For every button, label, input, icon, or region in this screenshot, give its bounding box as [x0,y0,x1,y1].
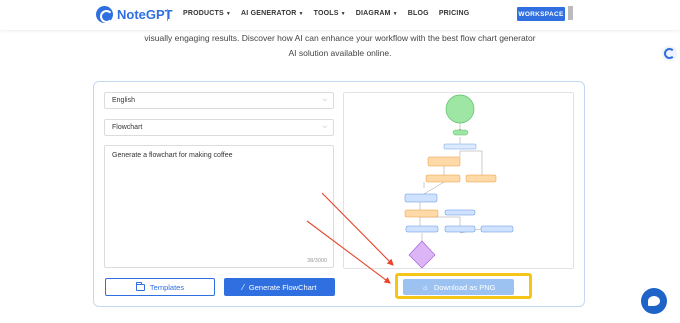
chart-type-value: Flowchart [112,124,143,131]
nav-diagram[interactable]: DIAGRAM ▼ [356,10,398,17]
language-select[interactable]: English ⌵ [104,92,334,109]
brand-logo[interactable]: NoteGPT [96,6,173,23]
nav-pricing-label: PRICING [438,10,470,17]
folder-icon [135,281,145,291]
intro-line-1: visually engaging results. Discover how … [144,33,536,43]
nav-blog-label: BLOG [407,10,429,17]
caret-down-icon: ▼ [225,10,232,17]
download-png-button[interactable]: ☼ Download as PNG [403,279,514,295]
intro-line-2: AI solution available online. [288,48,392,58]
templates-label: Templates [149,282,185,292]
chat-support-button[interactable] [641,288,667,314]
nav-pricing[interactable]: PRICING [439,10,470,17]
language-value: English [112,97,135,104]
intro-text: visually engaging results. Discover how … [0,31,680,61]
page: NoteGPT PRODUCTS ▼ AI GENERATOR ▼ TOOLS ▼ D… [0,0,680,323]
brand-name: NoteGPT [117,7,173,22]
generate-label: Generate FlowChart [248,282,317,292]
nav-products[interactable]: PRODUCTS ▼ [183,10,231,17]
chat-bubble-icon [648,296,660,306]
nav-tools-label: TOOLS [313,10,339,17]
char-counter: 38/3000 [307,258,327,264]
flowchart-image [404,94,514,268]
prompt-text: Generate a flowchart for making coffee [112,152,233,159]
nav-products-label: PRODUCTS [183,10,224,17]
nav-ai-generator[interactable]: AI GENERATOR ▼ [241,10,304,17]
magic-wand-icon: ⁄ [242,282,244,292]
scroll-handle[interactable] [568,6,573,20]
chevron-down-icon: ⌵ [322,97,327,103]
nav-blog[interactable]: BLOG [408,10,429,17]
top-navbar: NoteGPT PRODUCTS ▼ AI GENERATOR ▼ TOOLS ▼ D… [0,0,680,30]
templates-button[interactable]: Templates [105,278,215,296]
nav-tools[interactable]: TOOLS ▼ [314,10,346,17]
nav-ai-generator-label: AI GENERATOR [241,10,297,17]
chart-type-select[interactable]: Flowchart ⌵ [104,119,334,136]
nav-diagram-label: DIAGRAM [355,10,391,17]
main-nav: PRODUCTS ▼ AI GENERATOR ▼ TOOLS ▼ DIAGRAM ▼ … [183,10,469,17]
notegpt-logo-icon [96,6,113,23]
download-label: Download as PNG [433,282,496,292]
caret-down-icon: ▼ [340,10,346,17]
download-spinner-icon: ☼ [421,282,429,292]
caret-down-icon: ▼ [298,10,304,17]
workspace-button[interactable]: WORKSPACE [517,7,565,21]
caret-down-icon: ▼ [392,10,398,17]
prompt-textarea[interactable]: Generate a flowchart for making coffee 3… [104,145,334,268]
generate-flowchart-button[interactable]: ⁄ Generate FlowChart [224,278,335,296]
chevron-down-icon: ⌵ [322,124,327,130]
header-divider [167,9,168,21]
floating-assistant-icon[interactable] [663,47,676,60]
flowchart-preview [343,92,574,269]
